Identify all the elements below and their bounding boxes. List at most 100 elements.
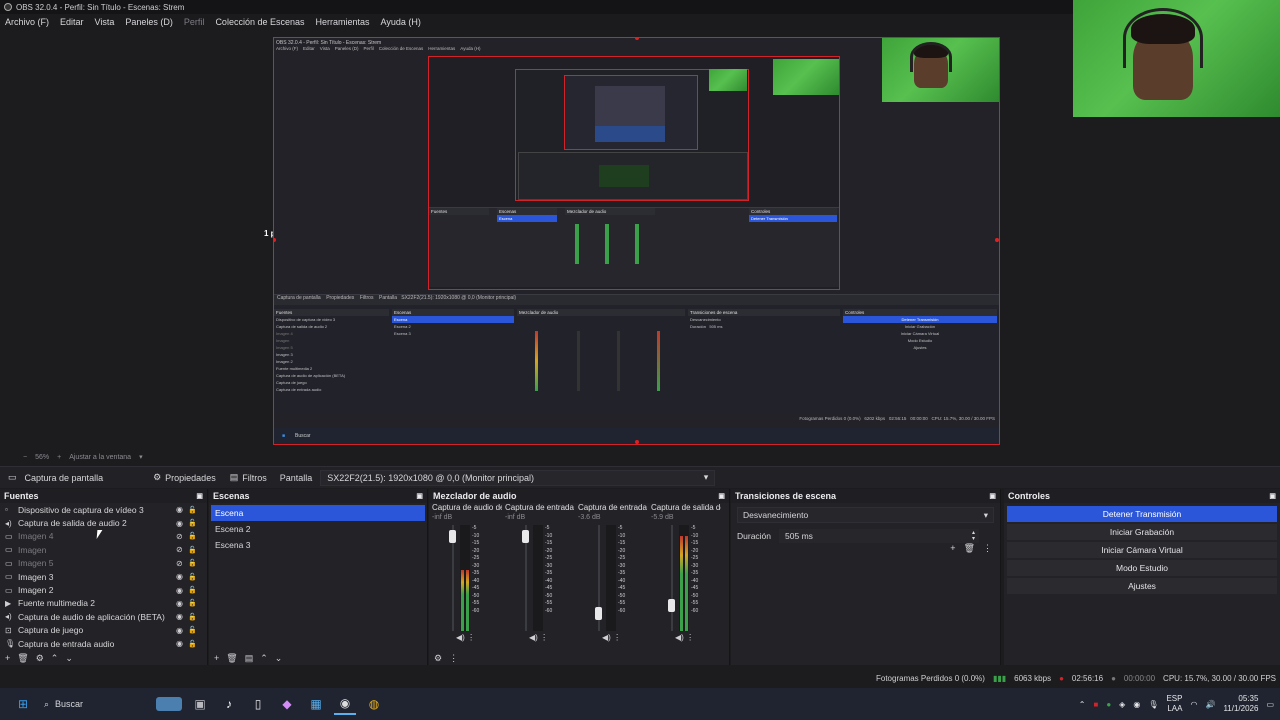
properties-button[interactable]: ⚙ Propiedades bbox=[146, 467, 223, 489]
mixer-settings-icon[interactable]: ⚙ bbox=[434, 653, 442, 664]
eye-icon[interactable]: ◉ bbox=[176, 612, 183, 621]
taskbar-search[interactable]: ⌕ Buscar bbox=[44, 693, 182, 715]
chevron-down-icon[interactable]: ▾ bbox=[139, 453, 143, 461]
copilot-icon[interactable]: ◆ bbox=[276, 693, 298, 715]
lock-icon[interactable]: 🔓 bbox=[188, 586, 197, 594]
eye-icon[interactable]: ◉ bbox=[176, 519, 183, 528]
source-item[interactable]: ▭ Imagen 2 ◉ 🔓 bbox=[0, 583, 207, 596]
remove-scene-icon[interactable]: 🗑 bbox=[226, 653, 237, 664]
lock-icon[interactable]: 🔓 bbox=[188, 546, 197, 554]
control-button[interactable]: Detener Transmisión bbox=[1007, 506, 1277, 522]
add-transition-icon[interactable]: + bbox=[950, 543, 955, 554]
eye-icon[interactable]: ◉ bbox=[176, 599, 183, 608]
move-down-icon[interactable]: ⌄ bbox=[65, 653, 73, 664]
volume-fader[interactable] bbox=[449, 525, 456, 631]
volume-fader[interactable] bbox=[595, 525, 602, 631]
menu-item-5[interactable]: Colección de Escenas bbox=[215, 17, 304, 27]
chrome-icon[interactable]: ◍ bbox=[363, 693, 385, 715]
eye-icon[interactable]: ◉ bbox=[176, 572, 183, 581]
menu-item-7[interactable]: Ayuda (H) bbox=[381, 17, 421, 27]
menu-item-6[interactable]: Herramientas bbox=[316, 17, 370, 27]
monitor-select[interactable]: SX22F2(21.5): 1920x1080 @ 0,0 (Monitor p… bbox=[320, 469, 716, 486]
move-up-icon[interactable]: ⌃ bbox=[260, 653, 268, 664]
move-up-icon[interactable]: ⌃ bbox=[51, 653, 59, 664]
source-item[interactable]: ▭ Imagen 4 ⊘ 🔓 bbox=[0, 530, 207, 543]
channel-menu-icon[interactable]: ⋮ bbox=[686, 633, 694, 642]
lock-icon[interactable]: 🔓 bbox=[188, 626, 197, 634]
menu-item-3[interactable]: Paneles (D) bbox=[125, 17, 173, 27]
zoom-level[interactable]: 56% bbox=[35, 454, 49, 461]
volume-fader[interactable] bbox=[522, 525, 529, 631]
transition-select[interactable]: Desvanecimiento ▾ bbox=[737, 507, 994, 523]
lock-icon[interactable]: 🔓 bbox=[188, 559, 197, 567]
dock-options-icon[interactable]: ▣ bbox=[989, 492, 996, 500]
lock-icon[interactable]: 🔓 bbox=[188, 613, 197, 621]
zoom-out-icon[interactable]: − bbox=[23, 454, 27, 461]
volume-icon[interactable]: ◀) bbox=[675, 633, 684, 642]
notifications-icon[interactable]: ▭ bbox=[1266, 700, 1274, 709]
source-item[interactable]: ⊡ Captura de juego ◉ 🔓 bbox=[0, 624, 207, 637]
file-explorer-icon[interactable]: ▯ bbox=[247, 693, 269, 715]
dock-options-icon[interactable]: ▣ bbox=[196, 492, 203, 500]
tray-app-green-icon[interactable]: ● bbox=[1106, 700, 1111, 709]
tiktok-icon[interactable]: ♪ bbox=[218, 693, 240, 715]
menu-item-2[interactable]: Vista bbox=[95, 17, 115, 27]
source-item[interactable]: ◂) Captura de audio de aplicación (BETA) ◉… bbox=[0, 610, 207, 623]
channel-menu-icon[interactable]: ⋮ bbox=[467, 633, 475, 642]
control-button[interactable]: Modo Estudio bbox=[1007, 560, 1277, 576]
transition-menu-icon[interactable]: ⋮ bbox=[983, 543, 992, 554]
filters-button[interactable]: ▤ Filtros bbox=[223, 467, 274, 489]
store-icon[interactable]: ▦ bbox=[305, 693, 327, 715]
source-item[interactable]: ▭ Imagen 3 ◉ 🔓 bbox=[0, 570, 207, 583]
remove-transition-icon[interactable]: 🗑 bbox=[964, 543, 975, 554]
windows-start-icon[interactable]: ⊞ bbox=[12, 693, 34, 715]
fader-knob[interactable] bbox=[522, 529, 529, 543]
lock-icon[interactable]: 🔓 bbox=[188, 519, 197, 527]
volume-fader[interactable] bbox=[668, 525, 675, 631]
dock-options-icon[interactable]: ▣ bbox=[416, 492, 423, 500]
clock[interactable]: 05:35 11/1/2026 bbox=[1223, 694, 1258, 714]
lock-icon[interactable]: 🔓 bbox=[188, 506, 197, 514]
scene-filters-icon[interactable]: ▤ bbox=[245, 653, 254, 664]
fader-knob[interactable] bbox=[595, 606, 602, 620]
eye-icon[interactable]: ◉ bbox=[176, 505, 183, 514]
resize-handle-top[interactable] bbox=[635, 38, 639, 40]
lock-icon[interactable]: 🔓 bbox=[188, 599, 197, 607]
resize-handle-right[interactable] bbox=[995, 238, 999, 242]
volume-icon[interactable]: ◀) bbox=[456, 633, 465, 642]
zoom-in-icon[interactable]: + bbox=[57, 454, 61, 461]
channel-menu-icon[interactable]: ⋮ bbox=[613, 633, 621, 642]
source-item[interactable]: ▫ Dispositivo de captura de vídeo 3 ◉ 🔓 bbox=[0, 503, 207, 516]
menu-item-4[interactable]: Perfil bbox=[184, 17, 205, 27]
microphone-icon[interactable]: 🎙 bbox=[1148, 700, 1158, 709]
keyboard-language[interactable]: ESP LAA bbox=[1166, 694, 1182, 714]
scene-item[interactable]: Escena 3 bbox=[211, 537, 425, 553]
volume-icon[interactable]: ◀) bbox=[602, 633, 611, 642]
source-item[interactable]: ▭ Imagen ⊘ 🔓 bbox=[0, 543, 207, 556]
source-item[interactable]: 🎙 Captura de entrada audio ◉ 🔓 bbox=[0, 637, 207, 650]
control-button[interactable]: Ajustes bbox=[1007, 578, 1277, 594]
fit-to-window[interactable]: Ajustar a la ventana bbox=[69, 454, 131, 461]
remove-source-icon[interactable]: 🗑 bbox=[17, 653, 28, 664]
eye-icon[interactable]: ◉ bbox=[176, 626, 183, 635]
add-source-icon[interactable]: + bbox=[5, 653, 10, 663]
control-button[interactable]: Iniciar Grabación bbox=[1007, 524, 1277, 540]
lock-icon[interactable]: 🔓 bbox=[188, 573, 197, 581]
resize-handle-bottom[interactable] bbox=[635, 440, 639, 444]
eye-off-icon[interactable]: ⊘ bbox=[176, 532, 183, 541]
scene-item[interactable]: Escena bbox=[211, 505, 425, 521]
eye-icon[interactable]: ◉ bbox=[176, 586, 183, 595]
eye-icon[interactable]: ◉ bbox=[176, 639, 183, 648]
source-item[interactable]: ▭ Imagen 5 ⊘ 🔓 bbox=[0, 557, 207, 570]
eye-off-icon[interactable]: ⊘ bbox=[176, 545, 183, 554]
source-item[interactable]: ◂) Captura de salida de audio 2 ◉ 🔓 bbox=[0, 516, 207, 529]
dock-options-icon[interactable]: ▣ bbox=[718, 492, 725, 500]
channel-menu-icon[interactable]: ⋮ bbox=[540, 633, 548, 642]
obs-taskbar-icon[interactable]: ◉ bbox=[334, 693, 356, 715]
scene-item[interactable]: Escena 2 bbox=[211, 521, 425, 537]
wifi-icon[interactable]: ◠ bbox=[1190, 700, 1197, 709]
move-down-icon[interactable]: ⌄ bbox=[275, 653, 283, 664]
source-item[interactable]: ▶ Fuente multimedia 2 ◉ 🔓 bbox=[0, 597, 207, 610]
resize-handle-left[interactable] bbox=[274, 238, 276, 242]
dock-options-icon[interactable]: ▣ bbox=[1269, 492, 1276, 500]
